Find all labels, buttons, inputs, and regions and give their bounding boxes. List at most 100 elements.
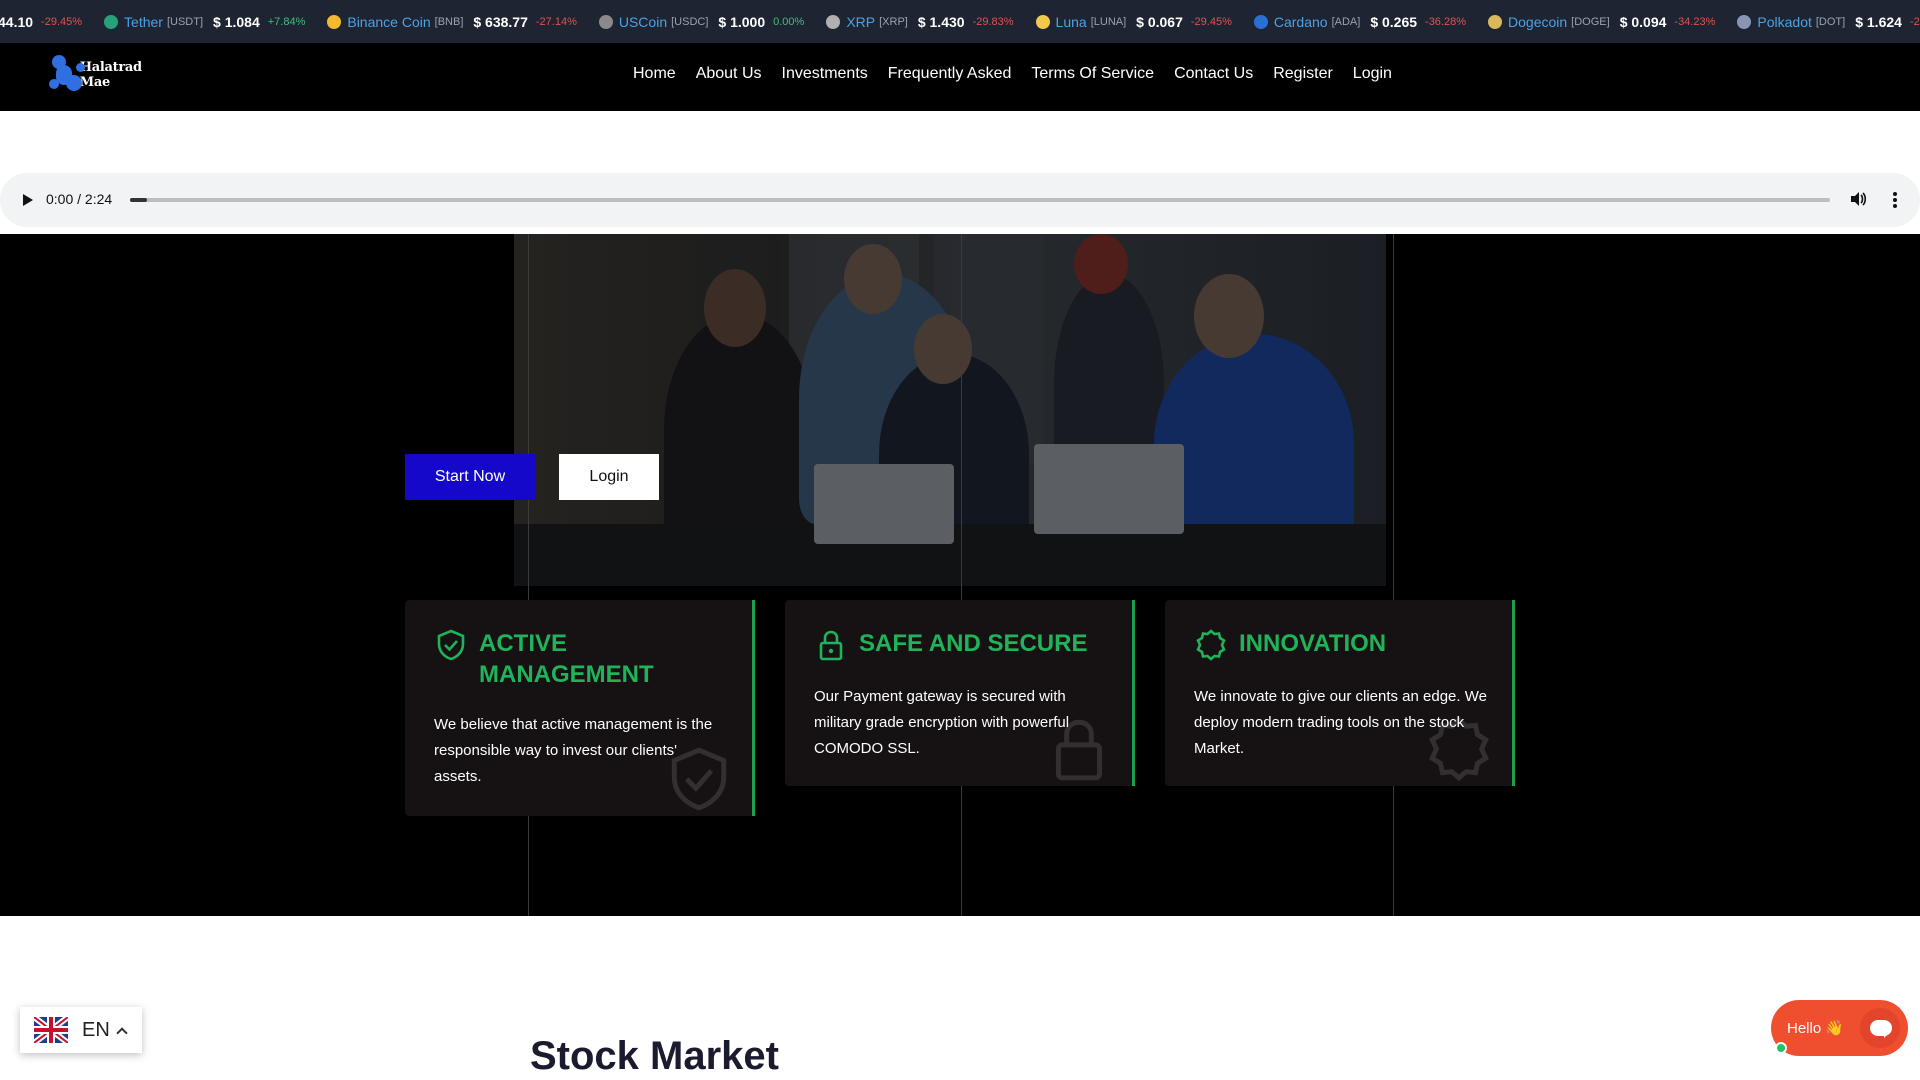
- ticker-coin-name: Binance Coin: [347, 13, 431, 30]
- ticker-coin-price: $ 1.084: [213, 13, 260, 30]
- logo-mark-icon: [48, 53, 85, 97]
- nav-about-us[interactable]: About Us: [696, 65, 762, 83]
- feature-card-safe-and-secure: SAFE AND SECURE Our Payment gateway is s…: [785, 600, 1135, 786]
- ticker-coin-name: Cardano: [1273, 13, 1328, 30]
- ticker-coin-change: -34.23%: [1674, 15, 1716, 28]
- nav-contact-us[interactable]: Contact Us: [1174, 65, 1253, 83]
- crypto-ticker: 44.10 -29.45% Tether [USDT] $ 1.084 +7.84% Bin…: [0, 0, 1920, 43]
- dogecoin-icon: [1488, 14, 1503, 29]
- feature-card-innovation: INNOVATION We innovate to give our clien…: [1165, 600, 1515, 786]
- hero-section: Start Now Login ACTIVE MANAGEMENT We bel…: [0, 234, 1920, 916]
- shield-check-icon: [671, 747, 727, 811]
- ticker-coin-change: -29.45%: [1190, 15, 1232, 28]
- ticker-coin-change: +7.84%: [267, 15, 306, 28]
- logo-text: Halatrad Mae: [79, 60, 142, 90]
- audio-time: 0:00 / 2:24: [46, 191, 113, 207]
- nav-investments[interactable]: Investments: [782, 65, 868, 83]
- ticker-coin-symbol: [DOT]: [1815, 15, 1846, 28]
- ticker-coin-name: Dogecoin: [1508, 13, 1568, 30]
- ticker-item: Binance Coin [BNB] $ 638.77 -27.14%: [327, 14, 577, 30]
- ticker-coin-change: 0.00%: [773, 15, 805, 28]
- ticker-coin-name: Luna: [1055, 13, 1087, 30]
- stock-market-heading: Stock Market: [530, 1034, 779, 1078]
- ticker-item: Luna [LUNA] $ 0.067 -29.45%: [1035, 13, 1232, 30]
- cardano-icon: [1253, 14, 1268, 29]
- binance-coin-icon: [327, 14, 342, 29]
- ticker-coin-change: -29.83%: [972, 15, 1014, 28]
- site-header: Halatrad Mae Home About Us Investments F…: [0, 43, 1920, 111]
- volume-icon[interactable]: [1848, 190, 1868, 210]
- feature-title: ACTIVE MANAGEMENT: [479, 630, 654, 688]
- nav-home[interactable]: Home: [633, 65, 676, 83]
- play-icon[interactable]: [18, 190, 38, 210]
- page: 44.10 -29.45% Tether [USDT] $ 1.084 +7.84% Bin…: [0, 0, 1920, 1080]
- nav-frequently-asked[interactable]: Frequently Asked: [888, 65, 1012, 83]
- start-now-button[interactable]: Start Now: [405, 454, 535, 500]
- main-nav: Home About Us Investments Frequently Ask…: [633, 43, 1412, 105]
- more-options-icon[interactable]: [1885, 190, 1905, 210]
- online-status-dot: [1775, 1042, 1787, 1054]
- polkadot-icon: [1737, 14, 1752, 29]
- nav-register[interactable]: Register: [1273, 65, 1333, 83]
- audio-player: 0:00 / 2:24: [0, 173, 1920, 227]
- ticker-coin-name: Polkadot: [1757, 13, 1812, 30]
- ticker-coin-change: -27.14%: [535, 15, 577, 28]
- ticker-coin-change: -23.76%: [1909, 15, 1920, 28]
- lock-icon: [1055, 719, 1103, 781]
- hero-photo-overlay: [514, 234, 1386, 586]
- ticker-coin-price: $ 1.430: [917, 13, 965, 30]
- ticker-coin-symbol: [USDT]: [166, 15, 204, 28]
- ticker-coin-price: 44.10: [0, 13, 34, 30]
- feature-card-active-management: ACTIVE MANAGEMENT We believe that active…: [405, 600, 755, 816]
- ticker-coin-symbol: [LUNA]: [1090, 15, 1127, 28]
- ticker-coin-symbol: [DOGE]: [1571, 15, 1610, 28]
- ticker-item: USCoin [USDC] $ 1.000 0.00%: [598, 13, 805, 30]
- chat-widget[interactable]: Hello 👋: [1771, 1000, 1908, 1056]
- ticker-coin-price: $ 0.067: [1136, 13, 1183, 30]
- ticker-coin-price: $ 1.000: [718, 13, 766, 30]
- ticker-coin-symbol: [BNB]: [434, 15, 464, 28]
- shield-check-icon: [437, 629, 465, 661]
- badge-icon: [1196, 629, 1226, 661]
- usdcoin-icon: [598, 14, 613, 29]
- ticker-item: Dogecoin [DOGE] $ 0.094 -34.23%: [1488, 14, 1715, 30]
- ticker-coin-symbol: [USDC]: [671, 15, 709, 28]
- uk-flag-icon: [34, 1017, 68, 1043]
- feature-title: SAFE AND SECURE: [859, 630, 1088, 657]
- ticker-coin-name: Tether: [124, 13, 163, 30]
- feature-title: INNOVATION: [1239, 630, 1387, 657]
- ticker-item: XRP [XRP] $ 1.430 -29.83%: [826, 13, 1014, 30]
- lock-icon: [819, 630, 843, 661]
- tether-icon: [104, 14, 119, 29]
- language-label: EN: [82, 1018, 110, 1041]
- ticker-coin-name: USCoin: [618, 13, 668, 30]
- ticker-coin-price: $ 1.624: [1855, 13, 1902, 30]
- badge-icon: [1429, 716, 1489, 782]
- ticker-item: Cardano [ADA] $ 0.265 -36.28%: [1253, 13, 1467, 30]
- ticker-coin-symbol: [XRP]: [879, 15, 908, 28]
- ticker-item: Polkadot[DOT] $ 1.624 -23.76%: [1737, 14, 1920, 30]
- ticker-coin-change: -36.28%: [1425, 15, 1467, 28]
- nav-login[interactable]: Login: [1353, 65, 1392, 83]
- hero-login-button[interactable]: Login: [559, 454, 659, 500]
- chat-bubble-icon[interactable]: [1860, 1008, 1900, 1048]
- luna-icon: [1035, 14, 1050, 29]
- ticker-coin-price: $ 0.265: [1370, 13, 1418, 30]
- grid-line: [1393, 234, 1394, 916]
- site-logo[interactable]: Halatrad Mae: [48, 53, 166, 97]
- xrp-icon: [826, 14, 841, 29]
- audio-seek-bar[interactable]: [130, 198, 1830, 202]
- language-selector[interactable]: EN: [20, 1007, 142, 1053]
- chat-greeting: Hello 👋: [1787, 1020, 1845, 1037]
- audio-seek-fill: [130, 198, 147, 202]
- chevron-up-icon: [116, 1026, 128, 1039]
- ticker-coin-price: $ 638.77: [473, 13, 528, 30]
- nav-terms-of-service[interactable]: Terms Of Service: [1031, 65, 1154, 83]
- ticker-item: Tether [USDT] $ 1.084 +7.84%: [104, 14, 305, 30]
- ticker-item: 44.10 -29.45%: [0, 14, 82, 30]
- grid-line: [961, 234, 962, 916]
- ticker-coin-price: $ 0.094: [1619, 13, 1667, 30]
- ticker-coin-name: XRP: [846, 13, 876, 30]
- ticker-coin-symbol: [ADA]: [1331, 15, 1361, 28]
- ticker-coin-change: -29.45%: [41, 15, 83, 28]
